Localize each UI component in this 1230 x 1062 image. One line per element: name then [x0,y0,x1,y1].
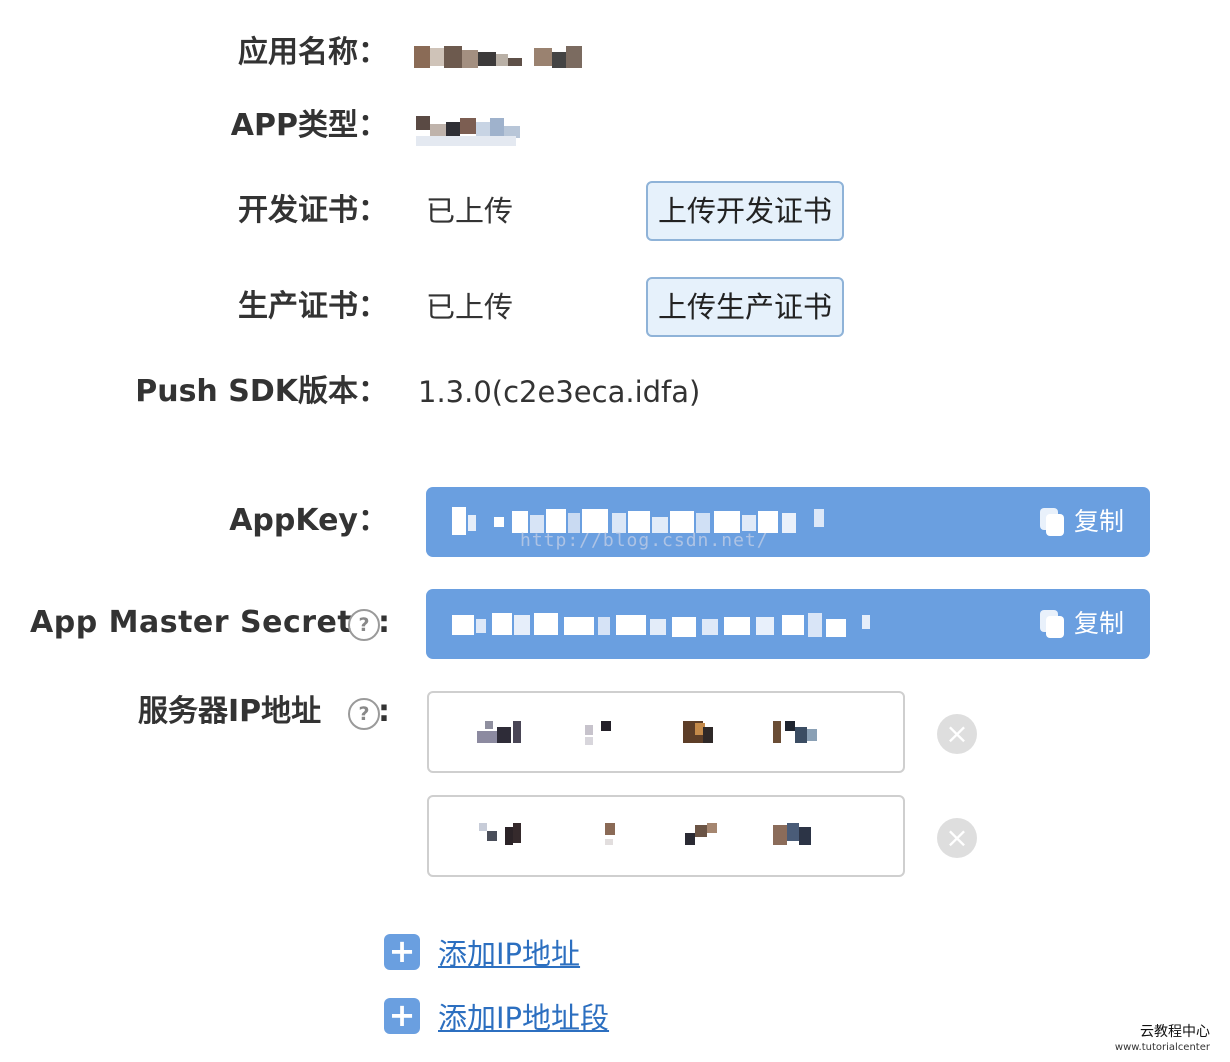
remove-ip-1-button[interactable]: × [937,714,977,754]
server-ip-help-icon[interactable]: ? [348,698,380,730]
remove-ip-2-button[interactable]: × [937,818,977,858]
server-ip-colon: : [378,694,390,729]
upload-prod-cert-button[interactable]: 上传生产证书 [646,277,844,337]
app-name-value-redacted [414,44,584,70]
server-ip-label: 服务器IP地址 [138,694,322,729]
add-ip-range-link[interactable]: + 添加IP地址段 [384,995,609,1037]
dev-cert-status: 已上传 [426,194,514,228]
copy-icon [1039,508,1066,536]
plus-square-icon: + [384,998,420,1034]
copy-master-secret-button[interactable]: 复制 [1039,589,1124,659]
plus-square-icon: + [384,934,420,970]
copy-label: 复制 [1073,507,1124,536]
app-type-value-redacted [416,116,526,150]
copy-icon [1039,610,1066,638]
ip-address-1-redacted [473,721,833,745]
master-secret-field[interactable]: 复制 [426,589,1150,659]
sdk-version-value: 1.3.0(c2e3eca.idfa) [418,375,701,409]
footer-brand-logo: 云教程中心 www.tutorialcenter [1115,1024,1210,1056]
upload-dev-cert-button[interactable]: 上传开发证书 [646,181,844,241]
watermark-text: http://blog.csdn.net/ [520,530,769,551]
add-ip-address-link[interactable]: + 添加IP地址 [384,931,580,973]
ip-address-2-redacted [473,823,833,847]
appkey-label: AppKey： [229,503,388,538]
dev-cert-label: 开发证书： [238,193,388,228]
add-ip-range-label[interactable]: 添加IP地址段 [438,995,609,1037]
footer-brand-title: 云教程中心 [1140,1024,1210,1040]
copy-appkey-button[interactable]: 复制 [1039,487,1124,557]
add-ip-address-label[interactable]: 添加IP地址 [438,931,580,973]
master-secret-colon: : [378,605,390,640]
ip-address-input-1[interactable] [427,691,905,773]
prod-cert-status: 已上传 [426,290,514,324]
sdk-version-label: Push SDK版本： [135,374,388,409]
footer-brand-sub: www.tutorialcenter [1114,1042,1210,1053]
ip-address-input-2[interactable] [427,795,905,877]
prod-cert-label: 生产证书： [238,289,388,324]
app-name-label: 应用名称： [238,35,388,70]
master-secret-help-icon[interactable]: ? [348,609,380,641]
copy-label: 复制 [1073,609,1124,638]
app-type-label: APP类型： [230,108,388,143]
master-secret-value-redacted [452,611,902,639]
master-secret-label: App Master Secret [30,605,353,640]
